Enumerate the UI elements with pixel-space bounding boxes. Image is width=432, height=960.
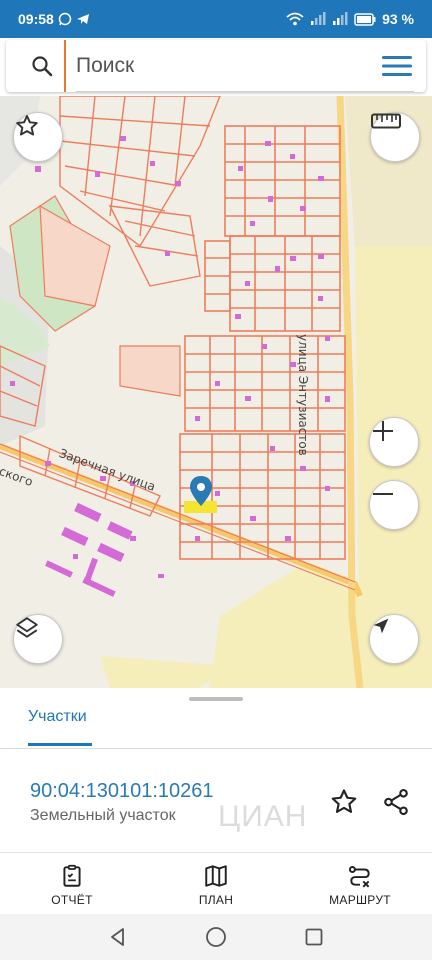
ruler-icon xyxy=(371,113,401,129)
report-button[interactable]: ОТЧЁТ xyxy=(0,856,144,914)
system-nav-bar xyxy=(0,914,432,960)
back-triangle-icon xyxy=(111,928,124,946)
nav-home-button[interactable] xyxy=(201,922,231,952)
favorites-map-button[interactable] xyxy=(13,112,63,162)
status-right-group: 93 % xyxy=(286,11,414,27)
search-underline xyxy=(76,91,414,92)
map-canvas xyxy=(0,96,432,688)
search-input[interactable] xyxy=(64,40,368,92)
action-bar: ОТЧЁТ ПЛАН МАРШРУТ xyxy=(0,856,432,914)
status-bar: 09:58 93 % xyxy=(0,0,432,38)
report-label: ОТЧЁТ xyxy=(51,893,93,907)
tab-parcels[interactable]: Участки xyxy=(28,708,87,726)
route-icon xyxy=(348,866,370,888)
ruler-measure-button[interactable] xyxy=(370,112,420,162)
share-button[interactable] xyxy=(380,786,412,818)
tab-active-indicator xyxy=(28,743,92,746)
route-button[interactable]: МАРШРУТ xyxy=(288,856,432,914)
cadastral-number[interactable]: 90:04:130101:10261 xyxy=(30,780,214,803)
whatsapp-icon xyxy=(58,12,72,26)
recents-square-icon xyxy=(305,928,323,946)
minus-icon xyxy=(373,493,393,495)
battery-percent: 93 % xyxy=(382,11,414,27)
navigation-arrow-icon xyxy=(373,618,389,634)
zoom-in-button[interactable] xyxy=(369,417,419,467)
star-outline-icon xyxy=(16,115,38,136)
status-time-group: 09:58 xyxy=(18,11,90,27)
parcel-type: Земельный участок xyxy=(30,807,176,824)
sheet-divider xyxy=(0,748,432,749)
street-label-east: улица Энтузиастов xyxy=(296,334,310,456)
layers-button[interactable] xyxy=(13,614,63,664)
battery-icon xyxy=(354,12,376,26)
hamburger-menu-icon xyxy=(382,56,412,76)
route-label: МАРШРУТ xyxy=(329,893,391,907)
my-location-button[interactable] xyxy=(369,614,419,664)
plus-icon xyxy=(373,421,393,441)
plan-button[interactable]: ПЛАН xyxy=(144,856,288,914)
menu-button[interactable] xyxy=(368,40,426,92)
telegram-icon xyxy=(76,14,89,24)
app-screen: 09:58 93 % улица Энтузиастов Заречная ул… xyxy=(0,0,432,960)
favorite-button[interactable] xyxy=(328,786,360,818)
zoom-out-button[interactable] xyxy=(369,480,419,530)
search-icon-wrap[interactable] xyxy=(20,40,64,92)
watermark: ЦИАН xyxy=(218,800,308,833)
signal-icon-2 xyxy=(333,12,348,25)
sheet-drag-handle[interactable] xyxy=(189,697,243,701)
report-icon xyxy=(63,864,81,887)
plan-label: ПЛАН xyxy=(198,893,234,907)
star-outline-icon xyxy=(331,789,357,813)
search-icon xyxy=(32,56,53,77)
nav-back-button[interactable] xyxy=(103,922,133,952)
map-plan-icon xyxy=(205,865,227,887)
map-view[interactable]: улица Энтузиастов Заречная улица ского xyxy=(0,96,432,688)
home-circle-icon xyxy=(206,927,226,947)
share-icon xyxy=(384,788,408,816)
nav-recents-button[interactable] xyxy=(299,922,329,952)
sheet-divider-bottom xyxy=(0,852,432,853)
layers-icon xyxy=(16,617,38,638)
wifi-icon xyxy=(286,12,304,26)
search-bar xyxy=(6,40,426,92)
status-time: 09:58 xyxy=(18,11,54,27)
signal-icon-1 xyxy=(311,12,326,25)
